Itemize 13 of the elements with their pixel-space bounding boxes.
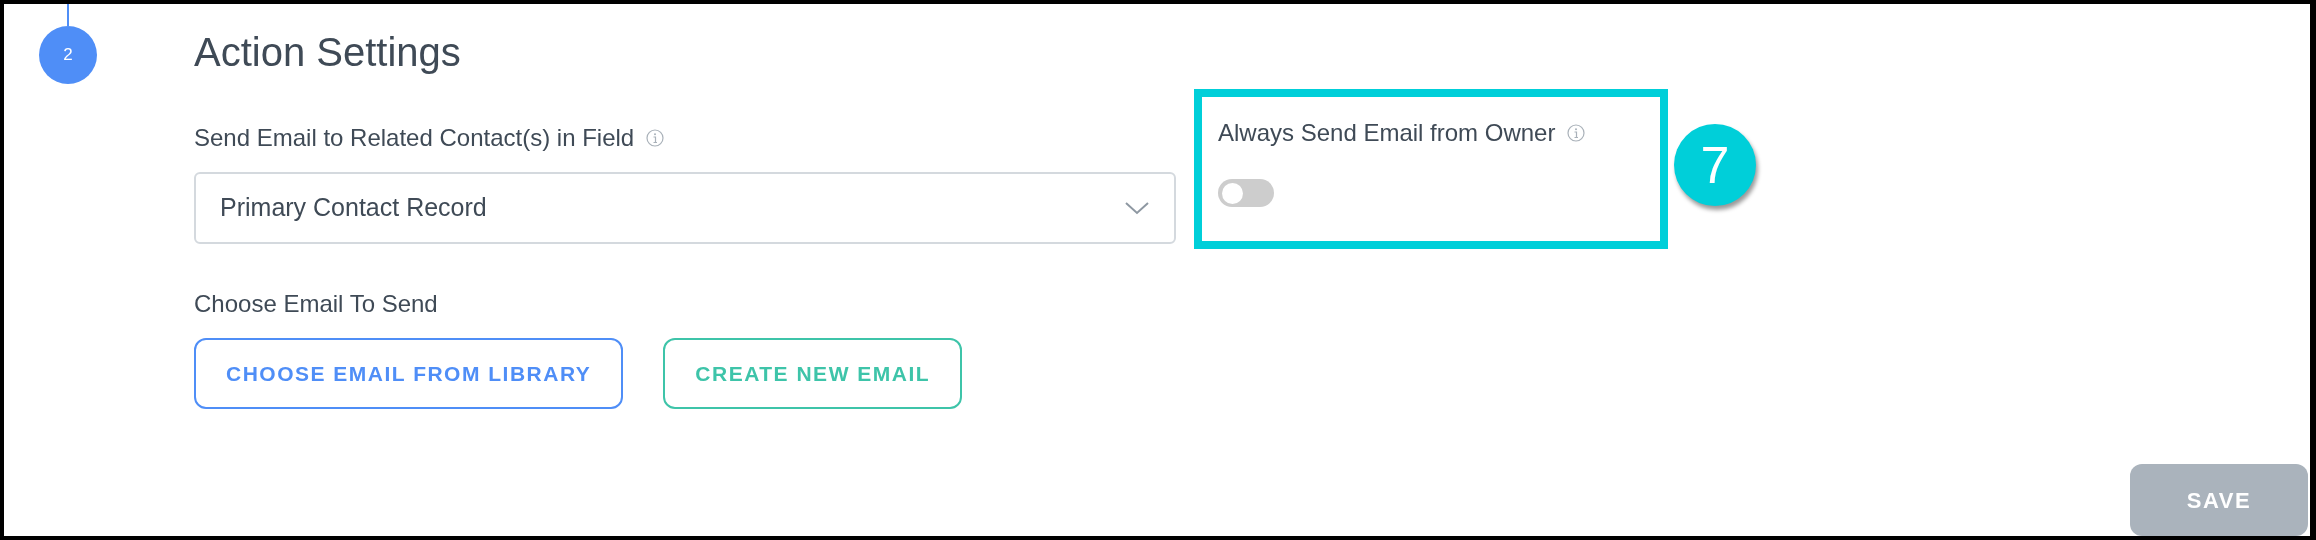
choose-email-button[interactable]: CHOOSE EMAIL FROM LIBRARY (194, 338, 624, 409)
owner-setting-label: Always Send Email from Owner (1218, 118, 1556, 148)
section-title: Action Settings (194, 29, 462, 76)
choose-email-label: Choose Email To Send (194, 289, 439, 318)
step-number: 2 (39, 26, 97, 84)
info-icon (1567, 124, 1586, 142)
callout-badge: 7 (1674, 124, 1756, 206)
choose-email-button[interactable]: CREATE NEW EMAIL (663, 338, 963, 409)
owner-toggle[interactable] (1218, 179, 1274, 207)
contact-field-select[interactable]: Primary Contact Record (194, 172, 1176, 244)
chevron-down-icon (1124, 200, 1150, 216)
info-icon (646, 129, 665, 147)
field-label: Send Email to Related Contact(s) in Field (194, 123, 635, 153)
